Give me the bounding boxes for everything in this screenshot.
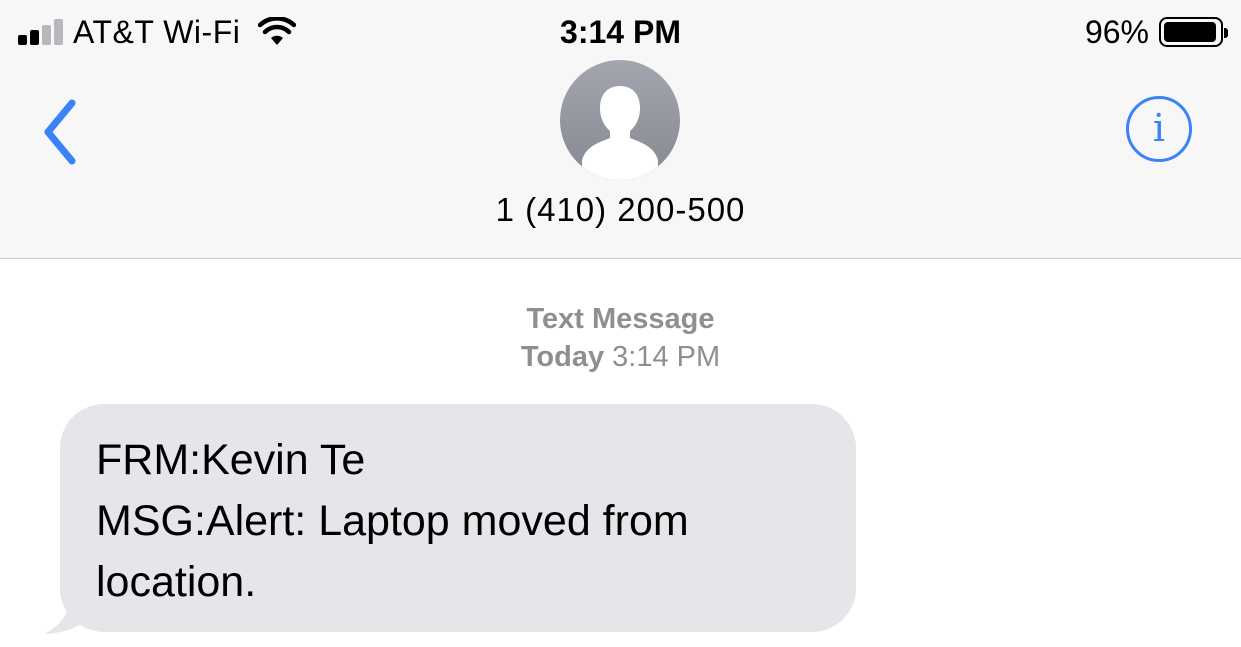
battery-percent: 96% — [1084, 13, 1149, 50]
message-line: FRM:Kevin Te — [96, 436, 366, 484]
message-day: Today — [520, 341, 605, 373]
contact-name[interactable]: 1 (410) 200-500 — [0, 190, 1241, 230]
contact-avatar[interactable] — [560, 60, 680, 180]
battery-icon — [1159, 17, 1228, 47]
message-line: location. — [96, 558, 257, 606]
message-line: MSG:Alert: Laptop moved from — [96, 497, 689, 545]
message-service-label: Text Message — [526, 303, 715, 335]
battery-fill — [1164, 22, 1216, 42]
incoming-message-bubble[interactable]: FRM:Kevin Te MSG:Alert: Laptop moved fro… — [60, 404, 856, 632]
info-button[interactable]: i — [1126, 96, 1192, 162]
chevron-left-icon — [44, 99, 76, 165]
info-icon: i — [1152, 106, 1166, 150]
person-silhouette-icon — [582, 86, 658, 180]
messages-screen: AT&T Wi-Fi 3:14 PM 96% 1 (410) 200-500 i… — [0, 0, 1241, 647]
back-button[interactable] — [30, 92, 90, 172]
message-timestamp: Text Message Today 3:14 PM — [0, 300, 1241, 376]
conversation-header: AT&T Wi-Fi 3:14 PM 96% 1 (410) 200-500 i — [0, 0, 1241, 259]
message-time: 3:14 PM — [612, 341, 721, 373]
status-bar-right: 96% — [1084, 12, 1228, 52]
status-time: 3:14 PM — [560, 14, 681, 50]
